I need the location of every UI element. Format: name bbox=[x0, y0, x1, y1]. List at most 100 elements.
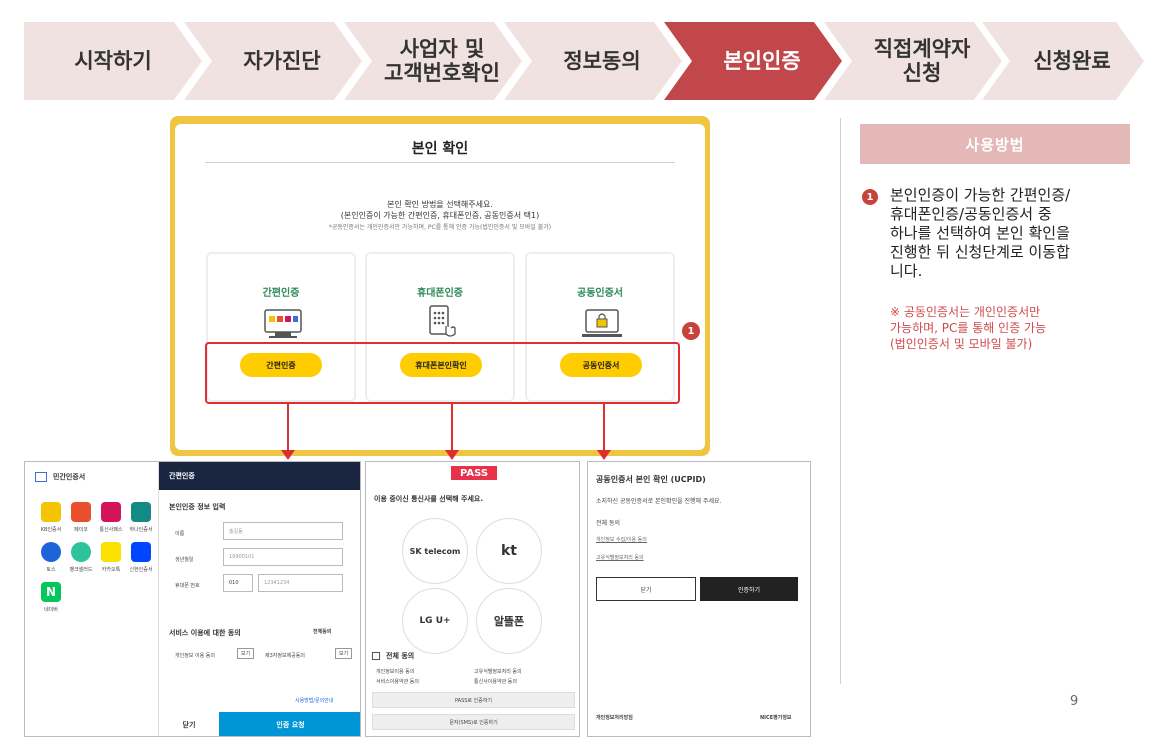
arrow-line bbox=[287, 404, 289, 450]
step-direct-contract: 직접계약자 신청 bbox=[824, 22, 1002, 100]
phone-input[interactable]: 12341234 bbox=[258, 574, 343, 592]
cert-close-button[interactable]: 닫기 bbox=[596, 577, 696, 601]
kt-carrier-button[interactable]: kt bbox=[476, 518, 542, 584]
kakao-provider-icon[interactable] bbox=[101, 542, 121, 562]
phone-label: 휴대폰 번호 bbox=[175, 583, 200, 589]
arrow-line bbox=[451, 404, 453, 450]
step-start: 시작하기 bbox=[24, 22, 202, 100]
phone-prefix-select[interactable]: 010 bbox=[223, 574, 253, 592]
guide-heading: 사용방법 bbox=[860, 124, 1130, 164]
sk-carrier-button[interactable]: SK telecom bbox=[402, 518, 468, 584]
cert-title: 공동인증서 본인 확인 (UCPID) bbox=[596, 475, 706, 484]
provider-label: 통신사패스 bbox=[99, 527, 123, 533]
payco-provider-icon[interactable] bbox=[71, 502, 91, 522]
cert-subtitle: 소지하신 공동인증서로 본인확인을 진행해 주세요. bbox=[596, 498, 722, 505]
certificate-icon bbox=[582, 309, 622, 337]
page-number: 9 bbox=[1070, 694, 1079, 709]
view-button[interactable]: 보기 bbox=[335, 648, 353, 659]
all-agree-label: 전체 동의 bbox=[386, 652, 415, 660]
naver-provider-icon[interactable]: N bbox=[41, 582, 61, 602]
step-label: 자가진단 bbox=[243, 49, 321, 73]
request-button[interactable]: 인증 요청 bbox=[219, 712, 360, 736]
divider-vertical bbox=[840, 118, 841, 684]
birth-input[interactable]: 19900101 bbox=[223, 548, 343, 566]
progress-steps: 시작하기 자가진단 사업자 및 고객번호확인 정보동의 본인인증 직접계약자 신… bbox=[24, 22, 1144, 100]
form-header: 간편인증 bbox=[159, 462, 360, 490]
step-label: 신청완료 bbox=[1033, 49, 1111, 73]
guide-text: 본인인증이 가능한 간편인증/ 휴대폰인증/공동인증서 중 하나를 선택하여 본… bbox=[890, 186, 1071, 280]
option-title: 휴대폰인증 bbox=[417, 288, 463, 299]
form-header-title: 간편인증 bbox=[169, 472, 195, 480]
step-label: 시작하기 bbox=[74, 49, 152, 73]
provider-pane: 민간인증서 KB인증서 페이코 통신사패스 하나인증서 토스 뱅크샐러드 카카오… bbox=[25, 462, 159, 736]
all-agree-checkbox[interactable] bbox=[372, 652, 380, 660]
step-business-check: 사업자 및 고객번호확인 bbox=[344, 22, 522, 100]
help-link[interactable]: 사용방법/문의안내 bbox=[295, 697, 334, 704]
kb-provider-icon[interactable] bbox=[41, 502, 61, 522]
consent-all-checkbox[interactable]: 전체동의 bbox=[313, 628, 331, 635]
option-title: 공동인증서 bbox=[577, 288, 623, 299]
consent-title: 서비스 이용에 대한 동의 bbox=[169, 629, 241, 637]
close-button[interactable]: 닫기 bbox=[159, 712, 219, 736]
guide-note: ※ 공동인증서는 개인인증서만 가능하며, PC를 통해 인증 가능 (법인인증… bbox=[890, 305, 1047, 351]
highlight-box bbox=[205, 342, 680, 404]
birth-label: 생년월일 bbox=[175, 557, 194, 563]
shinhan-provider-icon[interactable] bbox=[131, 542, 151, 562]
panel-guide-line2: (본인인증이 가능한 간편인증, 휴대폰인증, 공동인증서 택1) bbox=[340, 211, 540, 220]
arrow-head bbox=[597, 450, 611, 460]
cert-term[interactable]: 개인정보 수집/이용 동의 bbox=[596, 536, 647, 543]
pass-provider-icon[interactable] bbox=[101, 502, 121, 522]
consent-item-2[interactable]: 제3자정보제공동의 bbox=[265, 652, 305, 659]
panel-guide-line3: *공동인증서는 개인인증서만 가능하며, PC를 통해 인증 가능(법인인증서 … bbox=[328, 224, 552, 231]
phone-auth-icon bbox=[429, 305, 456, 337]
pass-auth-button[interactable]: PASS로 인증하기 bbox=[372, 692, 575, 708]
option-title: 간편인증 bbox=[262, 288, 300, 299]
banksalad-provider-icon[interactable] bbox=[71, 542, 91, 562]
pass-logo: PASS bbox=[451, 466, 497, 480]
view-button[interactable]: 보기 bbox=[237, 648, 255, 659]
step-label: 본인인증 bbox=[723, 49, 801, 73]
panel-title: 본인 확인 bbox=[411, 141, 469, 157]
step-self-check: 자가진단 bbox=[184, 22, 362, 100]
guide-badge: 1 bbox=[862, 189, 878, 205]
term-item[interactable]: 서비스이용약관 동의 bbox=[376, 678, 419, 685]
arrow-head bbox=[445, 450, 459, 460]
pass-popup: PASS 이용 중이신 통신사를 선택해 주세요. SK telecom kt … bbox=[365, 461, 580, 737]
term-item[interactable]: 개인정보이용 동의 bbox=[376, 668, 414, 675]
provider-label: 카카오톡 bbox=[101, 567, 121, 573]
term-item[interactable]: 고유식별정보처리 동의 bbox=[474, 668, 522, 675]
title-divider bbox=[205, 162, 675, 163]
hana-provider-icon[interactable] bbox=[131, 502, 151, 522]
term-item[interactable]: 통신사이용약관 동의 bbox=[474, 678, 517, 685]
provider-label: 토스 bbox=[46, 567, 56, 573]
consent-item-1[interactable]: 개인정보 이용 동의 bbox=[175, 652, 215, 659]
privacy-policy-link[interactable]: 개인정보처리방침 bbox=[596, 714, 633, 721]
provider-label: 뱅크샐러드 bbox=[69, 567, 93, 573]
form-section-title: 본인인증 정보 입력 bbox=[169, 503, 226, 511]
lgu-carrier-button[interactable]: LG U+ bbox=[402, 588, 468, 654]
provider-label: 하나인증서 bbox=[129, 527, 153, 533]
toss-provider-icon[interactable] bbox=[41, 542, 61, 562]
step-identity-verification: 본인인증 bbox=[664, 22, 842, 100]
provider-label: 신한인증서 bbox=[129, 567, 153, 573]
name-input[interactable]: 홍길동 bbox=[223, 522, 343, 540]
panel-guide-line1: 본인 확인 방법을 선택해주세요. bbox=[387, 200, 493, 209]
provider-label: 네이버 bbox=[44, 607, 58, 613]
mvno-carrier-button[interactable]: 알뜰폰 bbox=[476, 588, 542, 654]
step-label: 직접계약자 신청 bbox=[873, 37, 971, 85]
cert-confirm-button[interactable]: 인증하기 bbox=[700, 577, 798, 601]
simple-auth-popup: 민간인증서 KB인증서 페이코 통신사패스 하나인증서 토스 뱅크샐러드 카카오… bbox=[24, 461, 361, 737]
name-label: 이름 bbox=[175, 531, 185, 537]
certificate-list-icon bbox=[35, 472, 47, 482]
simple-auth-icon bbox=[264, 309, 302, 338]
cert-term[interactable]: 고유식별정보처리 동의 bbox=[596, 554, 644, 561]
step-badge: 1 bbox=[682, 322, 700, 340]
step-complete: 신청완료 bbox=[982, 22, 1144, 100]
nice-logo: NICE평가정보 bbox=[760, 715, 792, 721]
provider-label: KB인증서 bbox=[40, 527, 62, 533]
cert-all-agree[interactable]: 전체 동의 bbox=[596, 518, 620, 527]
sms-auth-button[interactable]: 문자(SMS)로 인증하기 bbox=[372, 714, 575, 730]
step-label: 정보동의 bbox=[563, 49, 641, 73]
provider-pane-title: 민간인증서 bbox=[53, 473, 86, 481]
step-label: 사업자 및 고객번호확인 bbox=[384, 37, 500, 85]
